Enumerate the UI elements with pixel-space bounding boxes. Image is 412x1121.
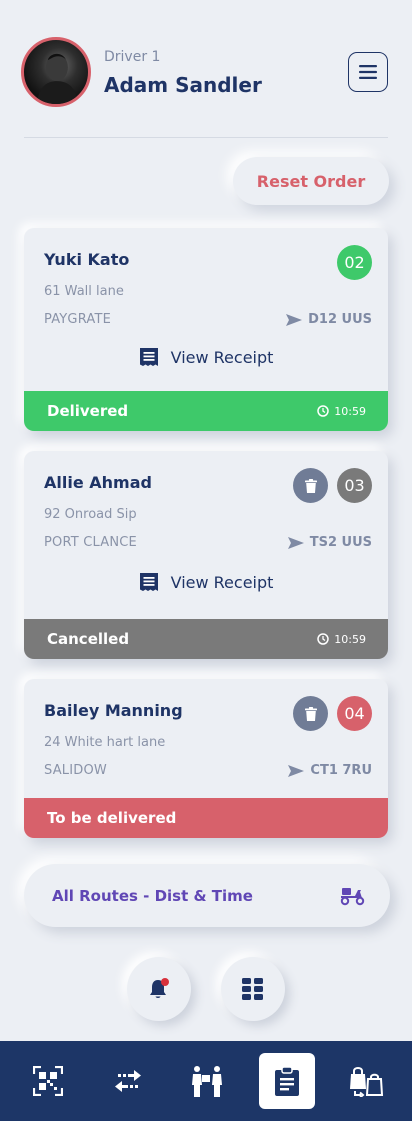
- status-label: To be delivered: [47, 809, 177, 827]
- order-card[interactable]: Bailey Manning 04 24 White hart lane SAL…: [24, 679, 388, 838]
- status-time: 10:59: [317, 633, 366, 646]
- customer-address: 92 Onroad Sip: [44, 507, 137, 522]
- transfer-icon: [114, 1070, 141, 1092]
- nav-orders[interactable]: [258, 1053, 315, 1109]
- clipboard-icon: [274, 1066, 299, 1096]
- view-receipt-label: View Receipt: [170, 572, 274, 592]
- postcode-text: TS2 UUS: [309, 535, 372, 550]
- time-text: 10:59: [334, 632, 366, 646]
- view-receipt-label: View Receipt: [170, 347, 274, 367]
- customer-name: Allie Ahmad: [44, 473, 152, 492]
- order-card[interactable]: Allie Ahmad 03 92 Onroad Sip PORT CLANCE…: [24, 451, 388, 659]
- delete-button[interactable]: [293, 468, 328, 503]
- order-number-badge: 04: [337, 696, 372, 731]
- menu-button[interactable]: [348, 52, 388, 92]
- status-bar: Delivered 10:59: [24, 391, 388, 431]
- postcode: TS2 UUS: [287, 535, 372, 550]
- send-icon: [288, 764, 305, 777]
- view-receipt-link[interactable]: View Receipt: [24, 347, 388, 367]
- receipt-icon: [139, 573, 158, 591]
- handover-icon: [192, 1066, 222, 1097]
- reset-order-button[interactable]: Reset Order: [233, 157, 389, 205]
- apps-grid-button[interactable]: [221, 957, 285, 1021]
- customer-name: Bailey Manning: [44, 701, 183, 720]
- delete-button[interactable]: [293, 696, 328, 731]
- customer-address: 24 White hart lane: [44, 735, 166, 750]
- bell-icon: [150, 978, 169, 998]
- postcode-text: CT1 7RU: [310, 763, 372, 778]
- divider: [24, 137, 388, 138]
- view-receipt-link[interactable]: View Receipt: [24, 572, 388, 592]
- bottom-nav: [0, 1041, 412, 1121]
- postcode: D12 UUS: [286, 312, 372, 327]
- customer-city: PAYGRATE: [44, 312, 112, 327]
- send-icon: [287, 536, 304, 549]
- postcode-text: D12 UUS: [308, 312, 372, 327]
- status-bar: To be delivered: [24, 798, 388, 838]
- customer-address: 61 Wall lane: [44, 284, 124, 299]
- status-bar: Cancelled 10:59: [24, 619, 388, 659]
- avatar-photo: [36, 53, 78, 104]
- postcode: CT1 7RU: [288, 763, 372, 778]
- nav-handover[interactable]: [179, 1053, 235, 1109]
- trash-icon: [304, 478, 317, 493]
- delivery-scooter-icon: [340, 887, 365, 905]
- clock-icon: [317, 633, 330, 645]
- order-card[interactable]: Yuki Kato 02 61 Wall lane PAYGRATE D12 U…: [24, 228, 388, 431]
- order-number-badge: 03: [337, 468, 372, 503]
- trash-icon: [304, 706, 317, 721]
- receipt-icon: [139, 348, 158, 366]
- qr-scan-icon: [33, 1066, 63, 1096]
- nav-transfer[interactable]: [100, 1053, 156, 1109]
- status-time: 10:59: [317, 405, 366, 418]
- status-label: Cancelled: [47, 630, 130, 648]
- avatar[interactable]: [21, 37, 91, 107]
- status-label: Delivered: [47, 402, 129, 420]
- nav-scan[interactable]: [20, 1053, 76, 1109]
- driver-header: Driver 1 Adam Sandler: [21, 37, 391, 107]
- all-routes-button[interactable]: All Routes - Dist & Time: [24, 864, 390, 927]
- customer-name: Yuki Kato: [44, 250, 130, 269]
- all-routes-label: All Routes - Dist & Time: [52, 886, 253, 905]
- notifications-button[interactable]: [127, 957, 191, 1021]
- nav-returns[interactable]: [338, 1053, 394, 1109]
- time-text: 10:59: [334, 404, 366, 418]
- driver-name: Adam Sandler: [104, 73, 262, 97]
- shopping-return-icon: [350, 1067, 384, 1097]
- clock-icon: [317, 405, 330, 417]
- order-number-badge: 02: [337, 245, 372, 280]
- hamburger-icon: [359, 65, 377, 79]
- send-icon: [286, 313, 303, 326]
- grid-icon: [242, 978, 263, 1000]
- customer-city: SALIDOW: [44, 763, 107, 778]
- customer-city: PORT CLANCE: [44, 535, 137, 550]
- driver-label: Driver 1: [104, 49, 161, 65]
